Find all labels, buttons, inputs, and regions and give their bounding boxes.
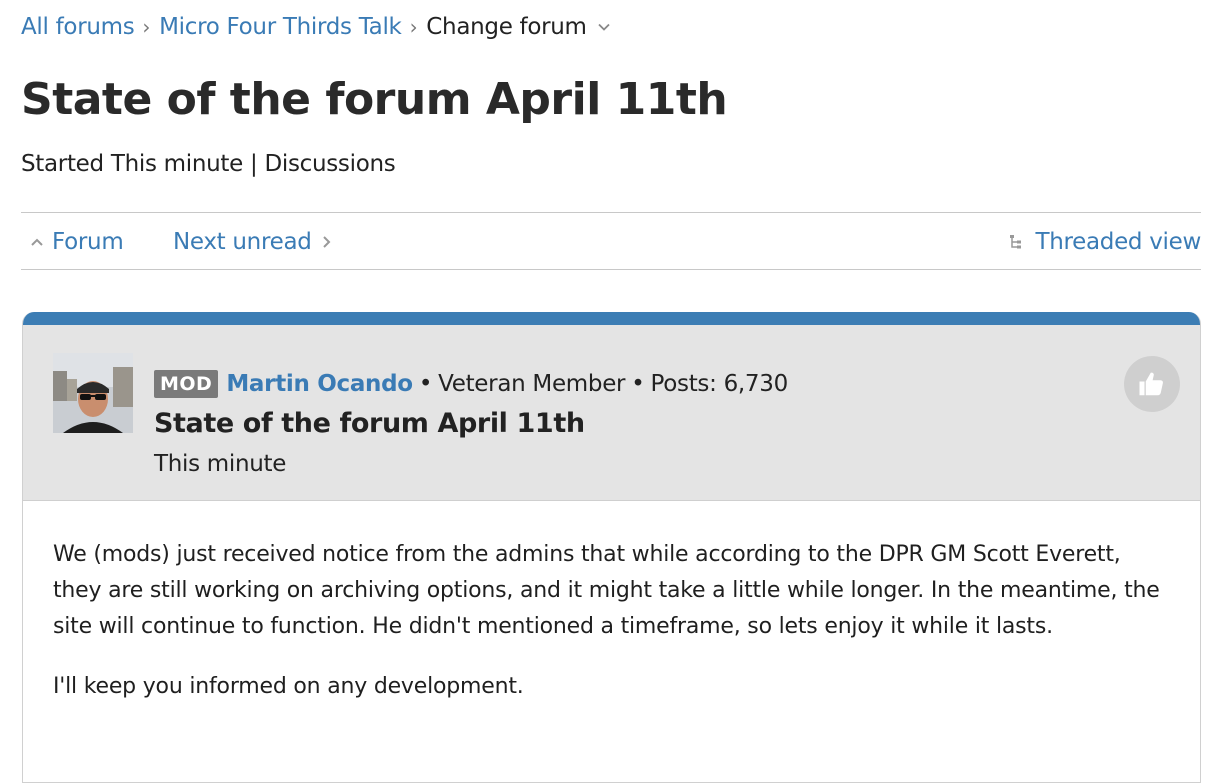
author-rank: Veteran Member: [438, 371, 626, 397]
chevron-right-icon: ›: [409, 15, 418, 39]
post-subject: State of the forum April 11th: [154, 408, 585, 439]
breadcrumb-all-forums-link[interactable]: All forums: [21, 8, 135, 46]
like-button[interactable]: [1124, 356, 1180, 412]
next-unread-link[interactable]: Next unread: [173, 222, 338, 262]
divider: [21, 212, 1201, 213]
separator-dot: •: [631, 371, 645, 397]
breadcrumb: All forums › Micro Four Thirds Talk › Ch…: [21, 8, 611, 46]
post-paragraph: We (mods) just received notice from the …: [53, 542, 1160, 639]
threaded-view-link[interactable]: Threaded view: [1007, 222, 1201, 262]
post-body: We (mods) just received notice from the …: [23, 501, 1200, 705]
post-header: MOD Martin Ocando • Veteran Member • Pos…: [23, 325, 1200, 501]
author-name-link[interactable]: Martin Ocando: [226, 369, 413, 399]
author-line: MOD Martin Ocando • Veteran Member • Pos…: [154, 369, 788, 399]
forum-link[interactable]: Forum: [26, 222, 124, 262]
thread-nav-bar: Forum Next unread Threaded view: [21, 222, 1201, 262]
post-timestamp: This minute: [154, 451, 287, 477]
avatar-photo: [53, 353, 133, 433]
post-paragraph: I'll keep you informed on any developmen…: [53, 674, 524, 699]
post-accent-bar: [23, 312, 1200, 325]
chevron-right-icon: [322, 236, 330, 248]
divider: [21, 269, 1201, 270]
separator-dot: •: [418, 371, 433, 397]
threaded-view-label: Threaded view: [1035, 229, 1201, 255]
chevron-down-icon: [598, 23, 610, 31]
post-card: MOD Martin Ocando • Veteran Member • Pos…: [22, 312, 1201, 783]
mod-badge: MOD: [154, 370, 219, 398]
avatar[interactable]: [53, 353, 133, 433]
thread-meta: Started This minute | Discussions: [21, 151, 396, 177]
breadcrumb-forum-link[interactable]: Micro Four Thirds Talk: [159, 8, 402, 46]
page-title: State of the forum April 11th: [21, 74, 728, 125]
change-forum-label: Change forum: [426, 14, 587, 40]
author-post-count: Posts: 6,730: [650, 371, 789, 397]
tree-icon: [1010, 235, 1022, 249]
change-forum-dropdown[interactable]: Change forum: [426, 8, 610, 46]
next-unread-label: Next unread: [173, 229, 312, 255]
chevron-up-icon: [31, 238, 43, 246]
forum-link-label: Forum: [52, 229, 124, 255]
thumbs-up-icon: [1139, 372, 1163, 396]
chevron-right-icon: ›: [142, 15, 151, 39]
